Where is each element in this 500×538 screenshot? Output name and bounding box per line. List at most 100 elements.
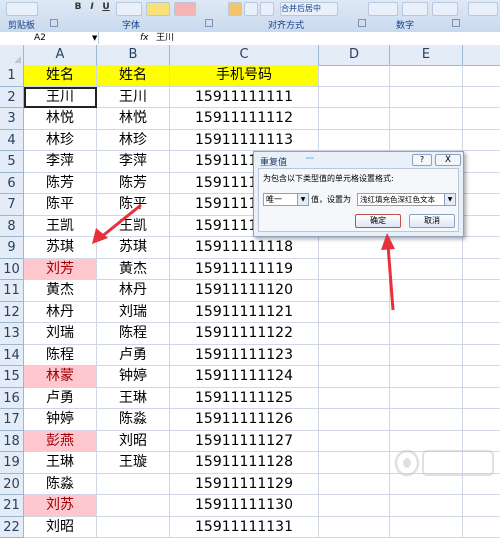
row-header[interactable]: 6 (0, 173, 24, 195)
cell-c[interactable]: 15911111129 (170, 474, 319, 496)
cell-c[interactable]: 15911111122 (170, 323, 319, 345)
name-box[interactable]: A2 ▼ (0, 32, 99, 44)
cell-e[interactable] (390, 65, 463, 87)
cell-e[interactable] (390, 495, 463, 517)
cell-e[interactable] (390, 259, 463, 281)
cell-a[interactable]: 林悦 (24, 108, 97, 130)
row-header[interactable]: 14 (0, 345, 24, 367)
close-button[interactable]: X (435, 154, 461, 166)
cell-f[interactable] (463, 108, 500, 130)
cell-c[interactable]: 15911111112 (170, 108, 319, 130)
cell-b[interactable]: 钟婷 (97, 366, 170, 388)
row-header[interactable]: 1 (0, 65, 24, 87)
cell-d[interactable] (319, 409, 390, 431)
cell-b[interactable]: 林丹 (97, 280, 170, 302)
cell-c[interactable]: 15911111118 (170, 237, 319, 259)
cell-b[interactable]: 黄杰 (97, 259, 170, 281)
cell-a[interactable]: 刘昭 (24, 517, 97, 538)
decimal-button[interactable] (432, 2, 458, 16)
cell-a[interactable]: 王琳 (24, 452, 97, 474)
cell-c[interactable]: 15911111121 (170, 302, 319, 324)
cell-e[interactable] (390, 366, 463, 388)
cell-a[interactable]: 黄杰 (24, 280, 97, 302)
cell-b[interactable]: 王凯 (97, 216, 170, 238)
cell-d[interactable] (319, 259, 390, 281)
cell-b[interactable]: 陈淼 (97, 409, 170, 431)
align-left-button[interactable] (228, 2, 242, 16)
row-header[interactable]: 21 (0, 495, 24, 517)
format-select[interactable]: 浅红填充色深红色文本 ▼ (357, 193, 456, 206)
align-center-button[interactable] (244, 2, 258, 16)
cell-e[interactable] (390, 323, 463, 345)
border-button[interactable] (116, 2, 142, 16)
cell-a[interactable]: 陈淼 (24, 474, 97, 496)
row-header[interactable]: 12 (0, 302, 24, 324)
cell-f[interactable] (463, 237, 500, 259)
cell-c[interactable]: 15911111123 (170, 345, 319, 367)
cell-b[interactable]: 刘瑞 (97, 302, 170, 324)
cell-b[interactable]: 王璇 (97, 452, 170, 474)
row-header[interactable]: 5 (0, 151, 24, 173)
cell-a[interactable]: 林丹 (24, 302, 97, 324)
chevron-down-icon[interactable]: ▼ (92, 32, 97, 44)
italic-button[interactable]: I (86, 2, 98, 13)
row-header[interactable]: 8 (0, 216, 24, 238)
cell-b[interactable]: 刘昭 (97, 431, 170, 453)
cell-a[interactable]: 彭燕 (24, 431, 97, 453)
cell-b[interactable] (97, 495, 170, 517)
cell-d[interactable] (319, 323, 390, 345)
cell-a[interactable]: 陈平 (24, 194, 97, 216)
cell-d[interactable] (319, 517, 390, 538)
bold-button[interactable]: B (72, 2, 84, 13)
cancel-button[interactable]: 取消 (409, 214, 455, 228)
cell-a[interactable]: 李萍 (24, 151, 97, 173)
fill-color-button[interactable] (146, 2, 170, 16)
cell-d[interactable] (319, 452, 390, 474)
cell-d[interactable] (319, 366, 390, 388)
cell-e[interactable] (390, 517, 463, 538)
cell-f[interactable] (463, 302, 500, 324)
column-header-a[interactable]: A (24, 45, 97, 65)
cell-f[interactable] (463, 259, 500, 281)
cell-a[interactable]: 卢勇 (24, 388, 97, 410)
font-color-button[interactable] (174, 2, 196, 16)
conditional-format-button[interactable] (468, 2, 498, 16)
cell-c[interactable]: 15911111113 (170, 130, 319, 152)
chevron-down-icon[interactable]: ▼ (297, 194, 308, 205)
cell-f[interactable] (463, 216, 500, 238)
row-header[interactable]: 17 (0, 409, 24, 431)
cell-d[interactable] (319, 431, 390, 453)
column-header-e[interactable]: E (390, 45, 463, 65)
cell-a[interactable]: 姓名 (24, 65, 97, 87)
cell-c[interactable]: 15911111127 (170, 431, 319, 453)
cell-a[interactable]: 王凯 (24, 216, 97, 238)
cell-e[interactable] (390, 388, 463, 410)
font-launcher-icon[interactable] (205, 19, 213, 27)
cell-b[interactable]: 李萍 (97, 151, 170, 173)
cell-f[interactable] (463, 388, 500, 410)
paste-area-button[interactable] (6, 2, 38, 16)
cell-b[interactable]: 林悦 (97, 108, 170, 130)
ok-button[interactable]: 确定 (355, 214, 401, 228)
cell-b[interactable]: 姓名 (97, 65, 170, 87)
row-header[interactable]: 2 (0, 87, 24, 109)
cell-d[interactable] (319, 108, 390, 130)
row-header[interactable]: 18 (0, 431, 24, 453)
cell-e[interactable] (390, 237, 463, 259)
cell-b[interactable] (97, 474, 170, 496)
cell-f[interactable] (463, 173, 500, 195)
cell-d[interactable] (319, 474, 390, 496)
merge-center-button[interactable]: 合并后居中 (280, 2, 338, 16)
alignment-launcher-icon[interactable] (358, 19, 366, 27)
cell-a[interactable]: 苏琪 (24, 237, 97, 259)
cell-a[interactable]: 林蒙 (24, 366, 97, 388)
formula-input[interactable]: 王川 (156, 32, 174, 44)
number-format-button[interactable] (368, 2, 398, 16)
align-right-button[interactable] (260, 2, 274, 16)
cell-a[interactable]: 钟婷 (24, 409, 97, 431)
row-header[interactable]: 7 (0, 194, 24, 216)
row-header[interactable]: 19 (0, 452, 24, 474)
cell-c[interactable]: 15911111120 (170, 280, 319, 302)
cell-f[interactable] (463, 87, 500, 109)
row-header[interactable]: 10 (0, 259, 24, 281)
